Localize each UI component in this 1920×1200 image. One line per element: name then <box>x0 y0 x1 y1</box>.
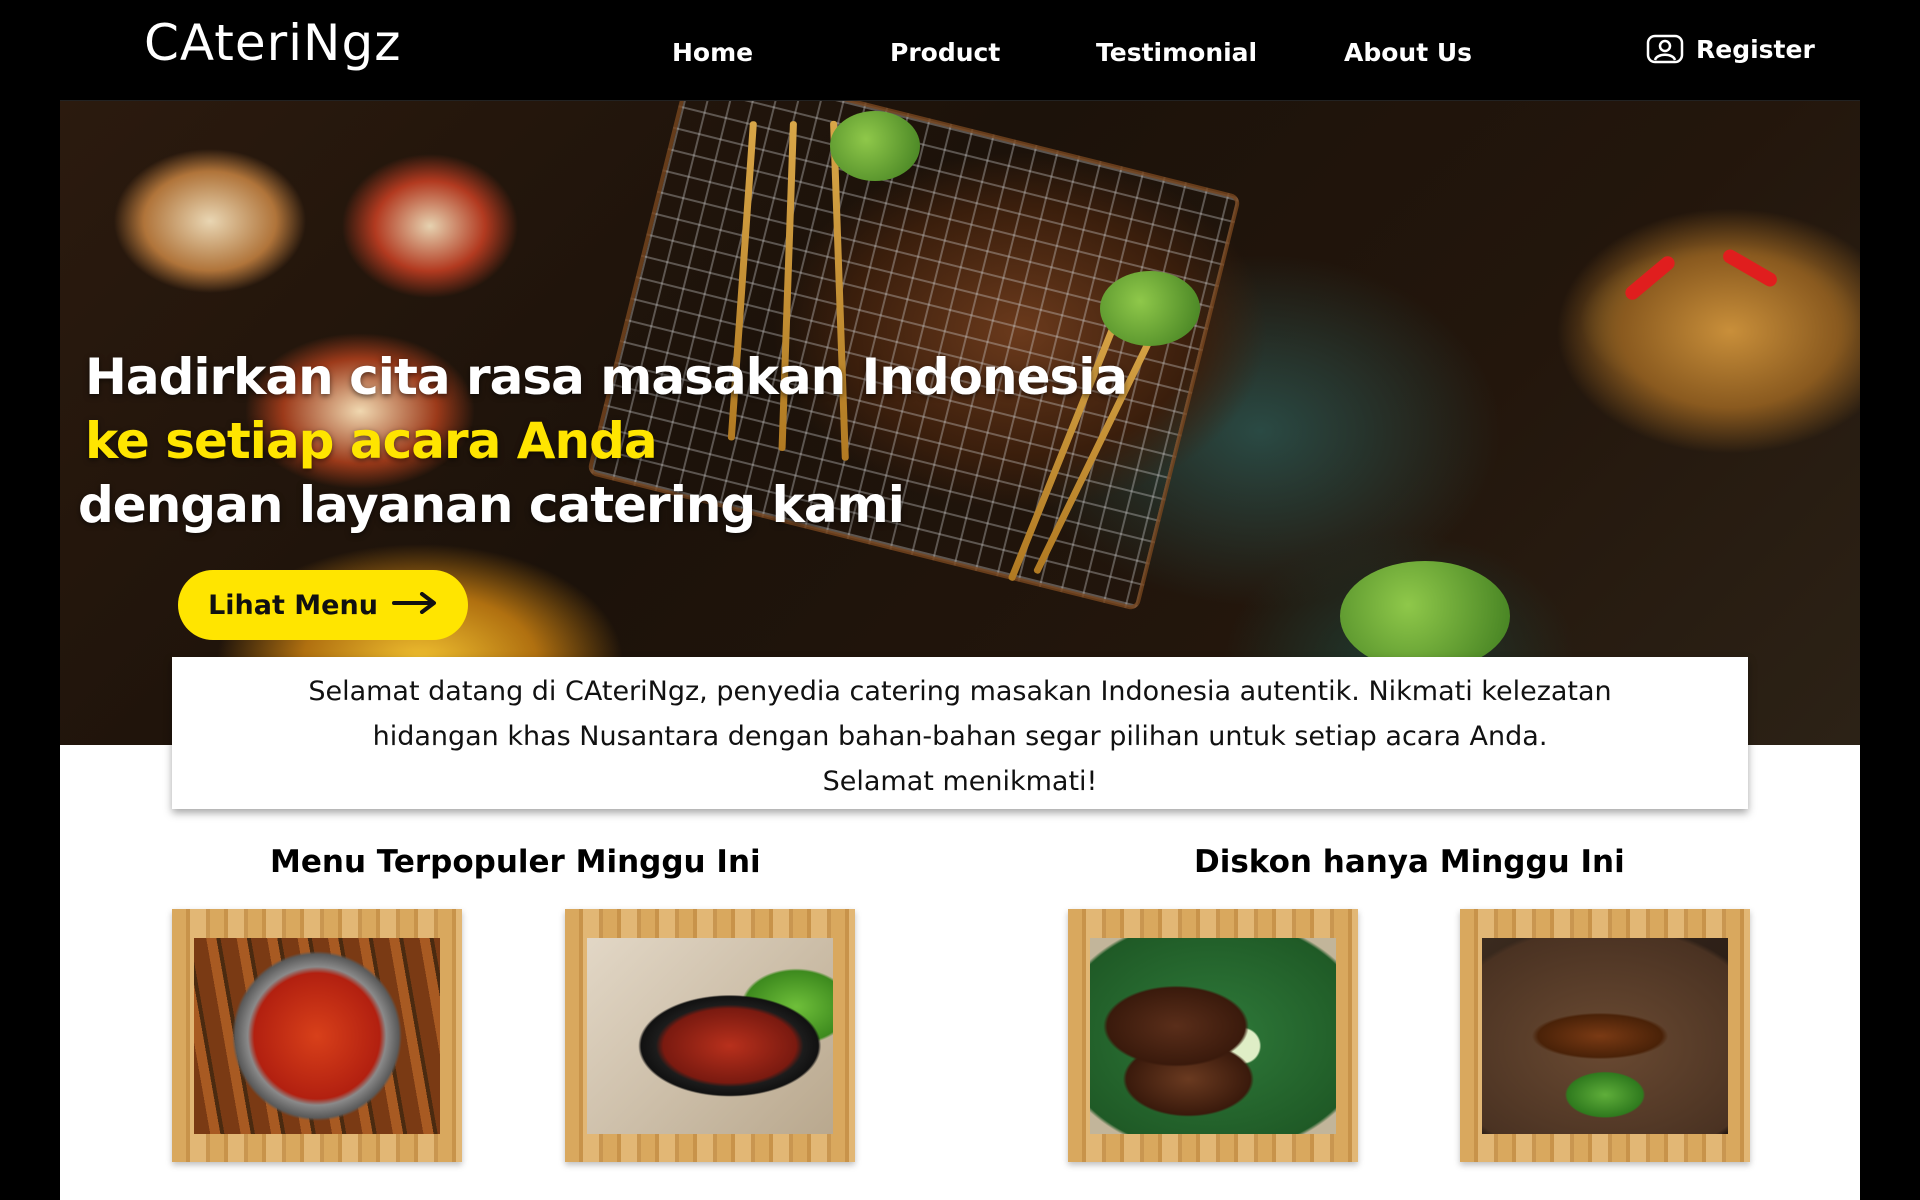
nav-link-product[interactable]: Product <box>890 38 1000 67</box>
hero-leaf <box>1100 271 1200 346</box>
hero-chili <box>1622 253 1678 303</box>
menu-photo-sate <box>194 938 440 1134</box>
hero-headline-line2: ke setiap acara Anda <box>85 412 658 470</box>
arrow-right-icon <box>391 590 438 621</box>
menu-photo-iga-bakar <box>1482 938 1728 1134</box>
user-icon <box>1646 34 1684 64</box>
menu-photo-sambal <box>587 938 833 1134</box>
popular-menu-card[interactable] <box>565 909 855 1162</box>
view-menu-label: Lihat Menu <box>208 589 378 621</box>
nav-link-home[interactable]: Home <box>672 38 753 67</box>
page: CAteriNgz Home Product Testimonial About… <box>60 0 1860 1200</box>
popular-menu-card[interactable] <box>172 909 462 1162</box>
nav-link-testimonial[interactable]: Testimonial <box>1096 38 1257 67</box>
welcome-line-2: hidangan khas Nusantara dengan bahan-bah… <box>372 721 1548 752</box>
discount-menu-title: Diskon hanya Minggu Ini <box>1194 844 1625 880</box>
nav-link-about-us[interactable]: About Us <box>1344 38 1472 67</box>
hero-headline-line1: Hadirkan cita rasa masakan Indonesia <box>85 348 1128 406</box>
welcome-line-1: Selamat datang di CAteriNgz, penyedia ca… <box>308 676 1612 707</box>
menu-photo-ikan-bakar <box>1090 938 1336 1134</box>
discount-menu-card[interactable] <box>1068 909 1358 1162</box>
welcome-message-box: Selamat datang di CAteriNgz, penyedia ca… <box>172 657 1748 809</box>
hero-leaf <box>1340 561 1510 671</box>
navbar: CAteriNgz Home Product Testimonial About… <box>60 0 1860 101</box>
hero-leaf <box>830 111 920 181</box>
hero-headline: Hadirkan cita rasa masakan Indonesia ke … <box>78 345 1128 537</box>
welcome-line-3: Selamat menikmati! <box>822 766 1098 797</box>
brand-logo[interactable]: CAteriNgz <box>144 14 401 72</box>
hero-headline-line3: dengan layanan catering kami <box>78 476 905 534</box>
hero-chili <box>1720 246 1780 290</box>
popular-menu-title: Menu Terpopuler Minggu Ini <box>270 844 761 880</box>
register-label: Register <box>1696 34 1815 64</box>
view-menu-button[interactable]: Lihat Menu <box>178 570 468 640</box>
register-button[interactable]: Register <box>1646 34 1815 64</box>
discount-menu-card[interactable] <box>1460 909 1750 1162</box>
hero-banner: Hadirkan cita rasa masakan Indonesia ke … <box>60 101 1860 745</box>
